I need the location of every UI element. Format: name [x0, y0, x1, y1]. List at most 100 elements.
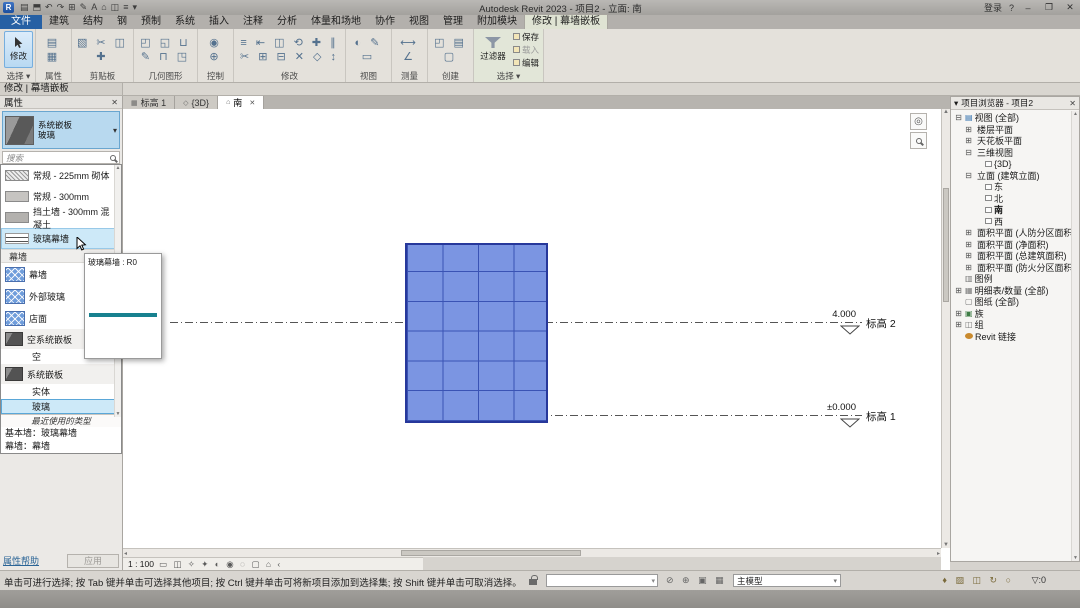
ribbon-panel-icons[interactable]: ▧ ✂ ◫ ✚: [72, 29, 133, 70]
ribbon-tab[interactable]: 文件: [0, 15, 42, 29]
chevron-down-icon[interactable]: ▾: [113, 126, 117, 135]
browser-close-icon[interactable]: ✕: [1069, 99, 1076, 108]
ribbon-panel-label[interactable]: 测量: [392, 70, 427, 82]
tree-expander-icon[interactable]: ⊞: [964, 240, 973, 249]
ribbon-panel-label[interactable]: 属性: [36, 70, 71, 82]
type-search-input[interactable]: 搜索: [2, 151, 120, 164]
tree-item[interactable]: ⊞ 天花板平面: [952, 135, 1078, 147]
ribbon-panel-label[interactable]: 控制: [198, 70, 233, 82]
view-tab[interactable]: ▦ 标高 1: [123, 96, 175, 109]
filter-side-button[interactable]: 保存: [513, 31, 539, 43]
ribbon-panel-icons[interactable]: ◉ ⊕: [198, 29, 233, 70]
zoom-tool-icon[interactable]: [910, 132, 927, 149]
ribbon-tab[interactable]: 管理: [436, 15, 470, 29]
tree-item[interactable]: 图纸 (全部): [952, 296, 1078, 308]
qat-icon[interactable]: ✎: [80, 2, 88, 13]
qat-icon[interactable]: ▤: [20, 2, 29, 13]
qat-icon[interactable]: ⌂: [101, 2, 106, 13]
ribbon-tab[interactable]: 协作: [368, 15, 402, 29]
view-tab[interactable]: ◇ {3D}: [175, 96, 218, 109]
view-control-icons[interactable]: ▭ ◫ ✧ ✦ ◐ ◉ ◌ ▢ ⌂ ‹: [159, 559, 282, 570]
type-list-item[interactable]: 常规 - 225mm 砌体: [1, 165, 121, 186]
ribbon-tab[interactable]: 预制: [134, 15, 168, 29]
scrollbar-thumb[interactable]: [401, 550, 581, 556]
panel-label-selection[interactable]: 选择 ▾: [474, 70, 543, 82]
type-selector[interactable]: 系统嵌板 玻璃 ▾: [2, 111, 120, 149]
type-list-item[interactable]: 玻璃: [1, 399, 121, 414]
qat-icon[interactable]: ↶: [45, 2, 53, 13]
status-right-icons[interactable]: ♦ ▨ ◫ ↻ ○: [942, 575, 1014, 586]
apply-button[interactable]: 应用: [67, 554, 119, 568]
tree-expander-icon[interactable]: ⊞: [954, 320, 963, 329]
revit-app-icon[interactable]: R: [3, 2, 14, 13]
tree-expander-icon[interactable]: ⊞: [964, 228, 973, 237]
recent-type-item[interactable]: 幕墙：幕墙: [1, 440, 121, 453]
browser-dock-icon[interactable]: ▾: [954, 98, 958, 109]
drawing-view[interactable]: ◎ 4.000 标高 2 ±0: [123, 109, 941, 548]
ribbon-tab[interactable]: 建筑: [42, 15, 76, 29]
signin-button[interactable]: 登录: [984, 1, 1002, 14]
qat-icon[interactable]: ⬒: [33, 2, 42, 13]
minimize-button[interactable]: –: [1021, 3, 1035, 13]
horizontal-scrollbar[interactable]: ◂▸: [123, 548, 941, 557]
tree-item[interactable]: ⊞ 面积平面 (防火分区面积): [952, 262, 1078, 274]
type-list-item[interactable]: 实体: [1, 384, 121, 399]
ribbon-tab[interactable]: 结构: [76, 15, 110, 29]
ribbon-panel-icons[interactable]: ◰ ◱ ⊔ ✎ ⊓ ◳: [134, 29, 197, 70]
worksets-input[interactable]: ▾: [546, 574, 658, 587]
ribbon-tab[interactable]: 系统: [168, 15, 202, 29]
restore-button[interactable]: ❐: [1042, 2, 1056, 13]
tree-item[interactable]: 北: [952, 193, 1078, 205]
type-list-item[interactable]: 玻璃幕墙: [1, 228, 121, 249]
tree-item[interactable]: ⊟ 视图 (全部): [952, 112, 1078, 124]
scrollbar-thumb[interactable]: [943, 188, 949, 302]
properties-close-icon[interactable]: ✕: [111, 98, 118, 107]
view-tab-close-icon[interactable]: ✕: [249, 99, 255, 107]
panel-label-select[interactable]: 选择 ▾: [2, 70, 35, 82]
ribbon-panel-label[interactable]: 视图: [346, 70, 391, 82]
ribbon-panel-icons[interactable]: ▤ ▦: [36, 29, 71, 70]
ribbon-tab[interactable]: 体量和场地: [304, 15, 368, 29]
filter-side-button[interactable]: 编辑: [513, 57, 539, 69]
filter-side-button[interactable]: 载入: [513, 44, 539, 56]
ribbon-panel-label[interactable]: 几何图形: [134, 70, 197, 82]
qat-icon[interactable]: ⊞: [68, 2, 76, 13]
type-list-item[interactable]: 挡土墙 - 300mm 混凝土: [1, 207, 121, 228]
tree-item[interactable]: 南: [952, 204, 1078, 216]
properties-help-link[interactable]: 属性帮助: [3, 554, 39, 567]
ribbon-panel-icons[interactable]: ◰ ▤ ▢: [428, 29, 473, 70]
browser-scrollbar[interactable]: ▲▼: [1071, 111, 1079, 561]
status-mid-icons[interactable]: ⊘ ⊕ ▣ ▦: [666, 575, 727, 586]
qat-icon[interactable]: ↷: [57, 2, 65, 13]
ribbon-tab[interactable]: 视图: [402, 15, 436, 29]
ribbon-panel-label[interactable]: 剪贴板: [72, 70, 133, 82]
help-icon[interactable]: ?: [1009, 3, 1014, 13]
tree-expander-icon[interactable]: ⊞: [964, 136, 973, 145]
type-list-item[interactable]: 系统嵌板: [1, 364, 121, 384]
steering-wheel-icon[interactable]: ◎: [910, 113, 927, 130]
tree-item[interactable]: ⊟ 三维视图: [952, 147, 1078, 159]
view-tab[interactable]: ⌂ 南 ✕: [218, 96, 264, 109]
tree-expander-icon[interactable]: ⊞: [964, 263, 973, 272]
tree-expander-icon[interactable]: ⊞: [964, 125, 973, 134]
ribbon-tab[interactable]: 分析: [270, 15, 304, 29]
tree-item[interactable]: ⊞ 族: [952, 308, 1078, 320]
tree-expander-icon[interactable]: ⊟: [964, 148, 973, 157]
tree-item[interactable]: 东: [952, 181, 1078, 193]
modify-button[interactable]: 修改: [4, 31, 33, 68]
design-options-select[interactable]: 主模型▾: [733, 574, 841, 587]
ribbon-tab[interactable]: 插入: [202, 15, 236, 29]
tree-expander-icon[interactable]: ⊞: [954, 309, 963, 318]
ribbon-tab[interactable]: 修改 | 幕墙嵌板: [524, 14, 608, 29]
ribbon-panel-icons[interactable]: ≡ ⇤ ◫ ⟲ ✚ ∥ ✂ ⊞ ⊟ ✕ ◇ ↕: [234, 29, 345, 70]
tree-expander-icon[interactable]: ⊞: [954, 286, 963, 295]
ribbon-tab[interactable]: 钢: [110, 15, 134, 29]
qat-icon[interactable]: ≡: [123, 2, 128, 13]
editable-lock-icon[interactable]: [529, 579, 537, 585]
ribbon-panel-label[interactable]: 创建: [428, 70, 473, 82]
selection-filter-badge[interactable]: ▽:0: [1032, 575, 1046, 586]
ribbon-panel-label[interactable]: 修改: [234, 70, 345, 82]
ribbon-panel-icons[interactable]: ⟷ ∠: [392, 29, 427, 70]
vertical-scrollbar[interactable]: ▲▼: [941, 109, 950, 548]
tree-expander-icon[interactable]: ⊟: [954, 113, 963, 122]
